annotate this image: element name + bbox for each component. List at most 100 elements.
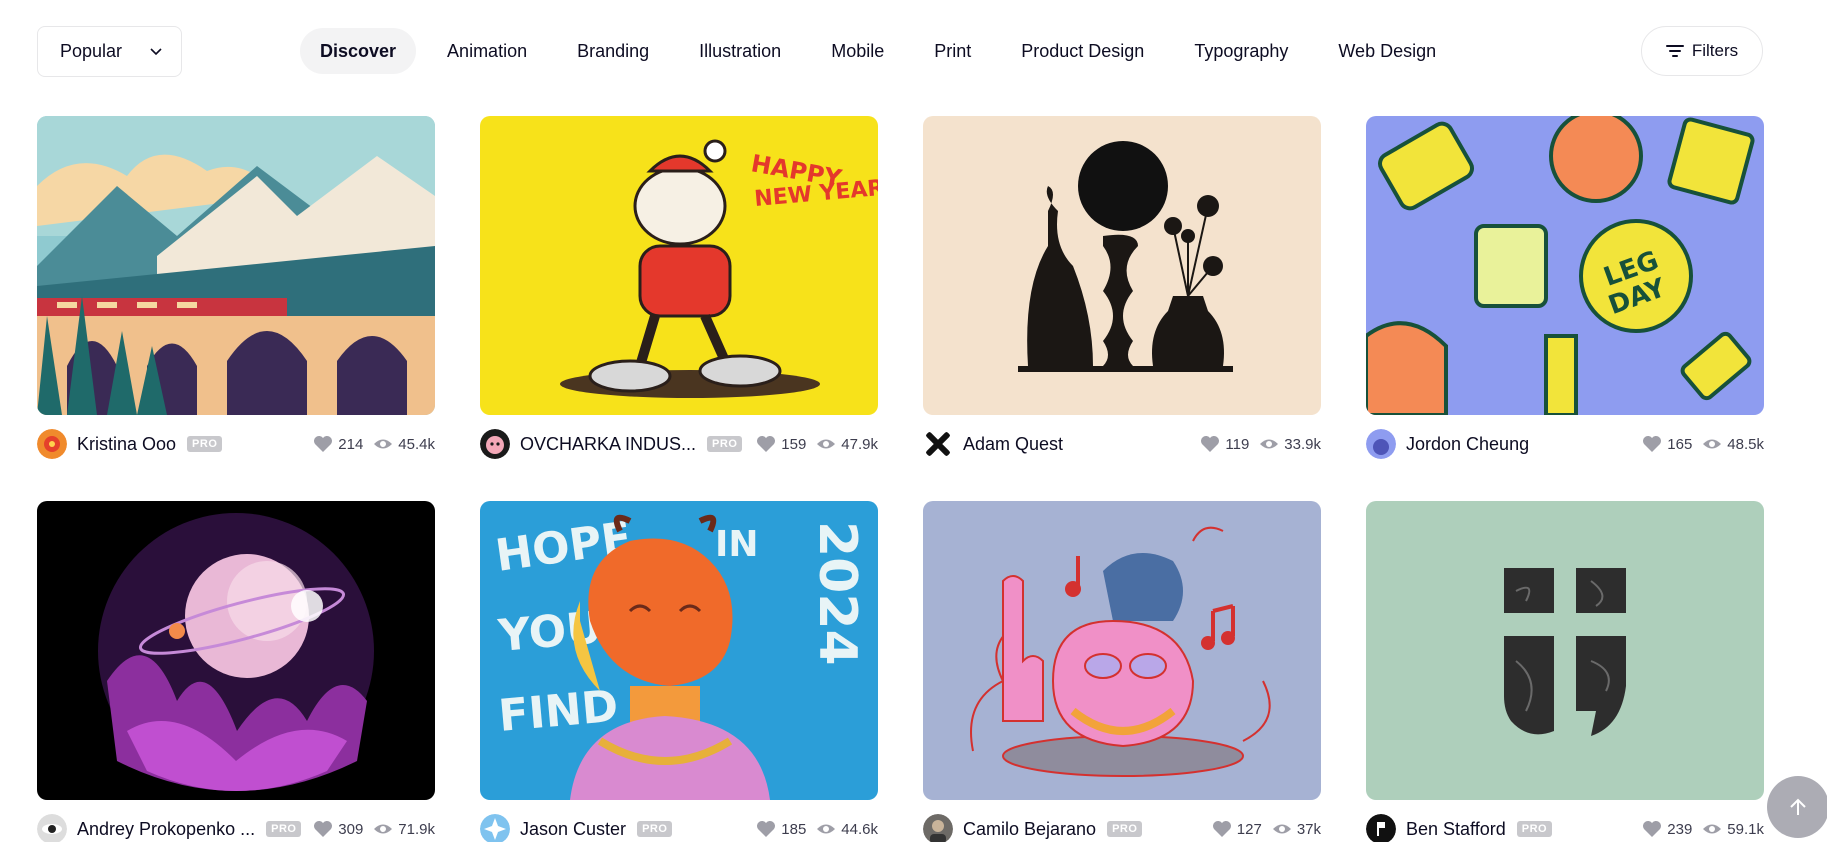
music-character-illustration bbox=[923, 501, 1321, 800]
eye-icon bbox=[374, 824, 393, 834]
avatar[interactable] bbox=[1366, 429, 1396, 459]
year-text: 2024 bbox=[807, 521, 867, 666]
shot-card: Andrey Prokopenko ... PRO 309 71.9k bbox=[37, 501, 435, 842]
pro-badge: PRO bbox=[266, 821, 302, 837]
shot-meta: Kristina Ooo PRO 214 45.4k bbox=[37, 427, 435, 461]
shot-thumbnail[interactable]: HOPE YOU FIND IN 2024 bbox=[480, 501, 878, 800]
pro-badge: PRO bbox=[1516, 821, 1553, 837]
shot-thumbnail[interactable] bbox=[1366, 501, 1764, 800]
likes-count: 119 bbox=[1225, 435, 1250, 453]
shot-stats: 185 44.6k bbox=[756, 820, 878, 838]
views-count: 59.1k bbox=[1727, 820, 1764, 838]
tab-print[interactable]: Print bbox=[915, 28, 990, 74]
avatar[interactable] bbox=[923, 814, 953, 842]
likes-count: 239 bbox=[1667, 820, 1693, 838]
views-count: 33.9k bbox=[1284, 435, 1321, 453]
shot-stats: 239 59.1k bbox=[1642, 820, 1764, 838]
likes-count: 165 bbox=[1667, 435, 1693, 453]
category-tabs: Discover Animation Branding Illustration… bbox=[300, 28, 1467, 74]
heart-icon[interactable] bbox=[1200, 435, 1220, 453]
shot-card: Ben Stafford PRO 239 59.1k bbox=[1366, 501, 1764, 842]
tab-discover[interactable]: Discover bbox=[300, 28, 417, 74]
avatar[interactable] bbox=[37, 429, 67, 459]
vases-illustration bbox=[923, 116, 1321, 415]
shot-thumbnail[interactable] bbox=[923, 116, 1321, 415]
sort-selected-label: Popular bbox=[60, 41, 123, 61]
tab-mobile[interactable]: Mobile bbox=[812, 28, 903, 74]
letter-mark-illustration bbox=[1366, 501, 1764, 800]
filters-label: Filters bbox=[1691, 41, 1739, 60]
shot-thumbnail[interactable] bbox=[37, 116, 435, 415]
author-name[interactable]: Kristina Ooo bbox=[77, 434, 176, 455]
chevron-down-icon bbox=[150, 48, 162, 56]
eye-icon bbox=[1703, 824, 1722, 834]
eye-icon bbox=[374, 439, 393, 449]
views-count: 45.4k bbox=[398, 435, 435, 453]
top-bar: Popular Discover Animation Branding Illu… bbox=[0, 0, 1827, 100]
author-name[interactable]: Jason Custer bbox=[520, 819, 626, 840]
pro-badge: PRO bbox=[707, 436, 743, 452]
avatar[interactable] bbox=[923, 429, 953, 459]
author-name[interactable]: Jordon Cheung bbox=[1406, 434, 1529, 455]
likes-count: 309 bbox=[338, 820, 364, 838]
views-count: 71.9k bbox=[398, 820, 435, 838]
shot-stats: 309 71.9k bbox=[313, 820, 435, 838]
author-name[interactable]: Andrey Prokopenko ... bbox=[77, 819, 255, 840]
avatar[interactable] bbox=[480, 429, 510, 459]
shot-thumbnail[interactable] bbox=[37, 501, 435, 800]
eye-icon bbox=[817, 439, 836, 449]
tab-branding[interactable]: Branding bbox=[558, 28, 668, 74]
avatar[interactable] bbox=[37, 814, 67, 842]
shot-card: Adam Quest 119 33.9k bbox=[923, 116, 1321, 459]
likes-count: 214 bbox=[338, 435, 364, 453]
author-name[interactable]: Adam Quest bbox=[963, 434, 1063, 455]
dragon-2024-illustration: HOPE YOU FIND IN 2024 bbox=[480, 501, 878, 800]
heart-icon[interactable] bbox=[1642, 435, 1662, 453]
likes-count: 159 bbox=[781, 435, 807, 453]
views-count: 44.6k bbox=[841, 820, 878, 838]
tab-typography[interactable]: Typography bbox=[1175, 28, 1307, 74]
heart-icon[interactable] bbox=[313, 820, 333, 838]
shot-card: HAPPY NEW YEAR OVCHARKA INDUS... PRO 159… bbox=[480, 116, 878, 459]
heart-icon[interactable] bbox=[1642, 820, 1662, 838]
avatar[interactable] bbox=[1366, 814, 1396, 842]
shot-stats: 159 47.9k bbox=[756, 435, 878, 453]
tab-illustration[interactable]: Illustration bbox=[680, 28, 800, 74]
eye-icon bbox=[817, 824, 836, 834]
shot-card: Camilo Bejarano PRO 127 37k bbox=[923, 501, 1321, 842]
shot-thumbnail[interactable]: HAPPY NEW YEAR bbox=[480, 116, 878, 415]
shot-meta: Camilo Bejarano PRO 127 37k bbox=[923, 812, 1321, 842]
shot-meta: Jason Custer PRO 185 44.6k bbox=[480, 812, 878, 842]
heart-icon[interactable] bbox=[313, 435, 333, 453]
tab-web-design[interactable]: Web Design bbox=[1319, 28, 1455, 74]
filters-button[interactable]: Filters bbox=[1641, 26, 1763, 76]
shot-stats: 127 37k bbox=[1212, 820, 1321, 838]
eye-icon bbox=[1260, 439, 1279, 449]
author-name[interactable]: OVCHARKA INDUS... bbox=[520, 434, 696, 455]
shot-stats: 214 45.4k bbox=[313, 435, 435, 453]
tab-animation[interactable]: Animation bbox=[428, 28, 546, 74]
shot-meta: Andrey Prokopenko ... PRO 309 71.9k bbox=[37, 812, 435, 842]
avatar[interactable] bbox=[480, 814, 510, 842]
likes-count: 127 bbox=[1236, 820, 1262, 838]
eye-icon bbox=[1272, 824, 1291, 834]
heart-icon[interactable] bbox=[756, 820, 776, 838]
find-text: FIND bbox=[497, 681, 621, 742]
shot-meta: OVCHARKA INDUS... PRO 159 47.9k bbox=[480, 427, 878, 461]
author-name[interactable]: Ben Stafford bbox=[1406, 819, 1506, 840]
shot-card: Kristina Ooo PRO 214 45.4k bbox=[37, 116, 435, 459]
pro-badge: PRO bbox=[187, 436, 223, 452]
tab-product-design[interactable]: Product Design bbox=[1002, 28, 1163, 74]
shot-meta: Jordon Cheung 165 48.5k bbox=[1366, 427, 1764, 461]
author-name[interactable]: Camilo Bejarano bbox=[963, 819, 1096, 840]
shot-thumbnail[interactable]: LEG DAY bbox=[1366, 116, 1764, 415]
heart-icon[interactable] bbox=[1212, 820, 1232, 838]
scroll-to-top-button[interactable] bbox=[1767, 776, 1827, 838]
sort-dropdown[interactable]: Popular bbox=[37, 26, 182, 77]
views-count: 48.5k bbox=[1727, 435, 1764, 453]
shot-thumbnail[interactable] bbox=[923, 501, 1321, 800]
heart-icon[interactable] bbox=[756, 435, 776, 453]
views-count: 47.9k bbox=[841, 435, 878, 453]
filter-icon bbox=[1665, 45, 1684, 57]
pro-badge: PRO bbox=[637, 821, 673, 837]
